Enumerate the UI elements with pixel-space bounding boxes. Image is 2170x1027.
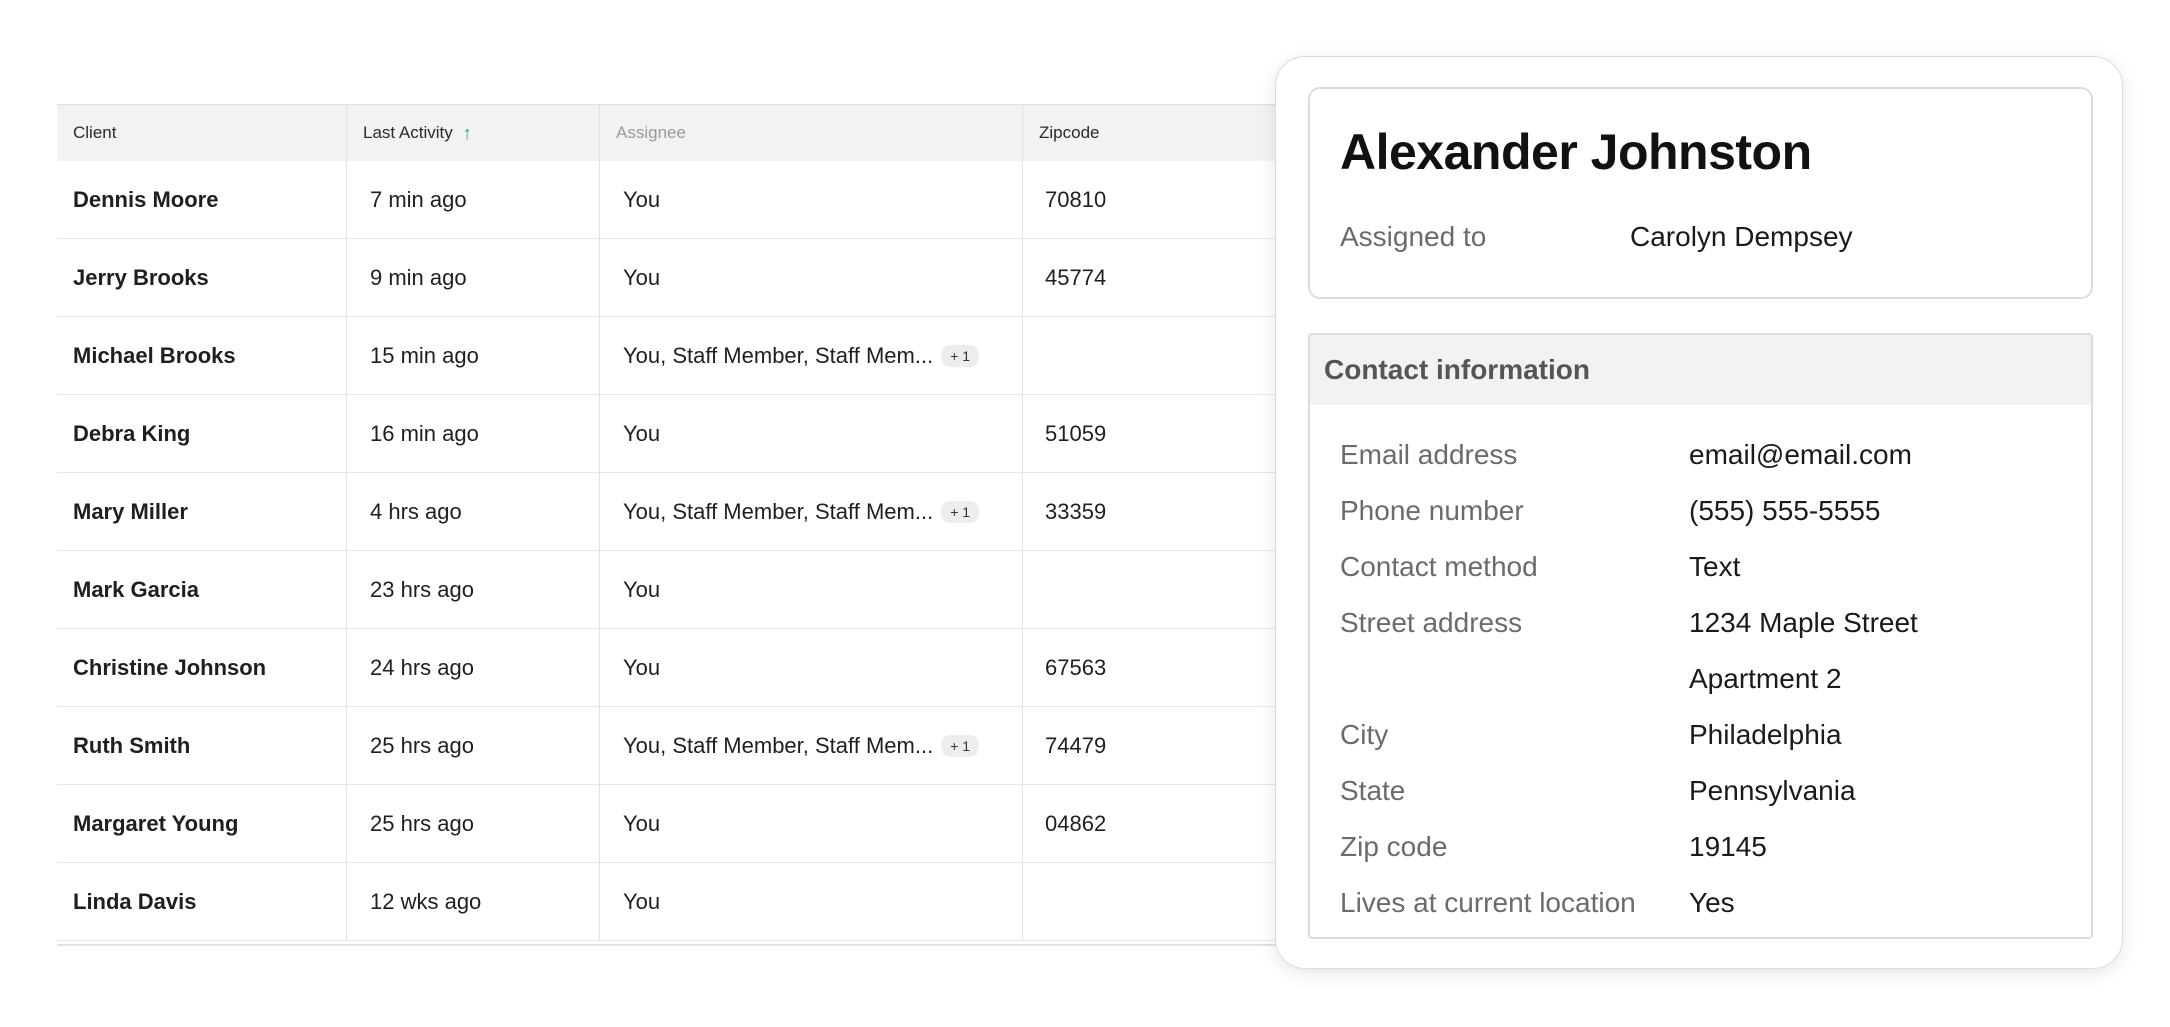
column-header-last-activity-label: Last Activity: [363, 123, 453, 142]
last-activity: 25 hrs ago: [347, 707, 600, 785]
lives-at-location-value: Yes: [1689, 887, 1735, 918]
phone-label: Phone number: [1340, 495, 1524, 526]
state-label: State: [1340, 775, 1406, 806]
assignee-text: You: [623, 810, 661, 836]
assignee: You, Staff Member, Staff Mem... + 1: [600, 473, 1023, 551]
client-name[interactable]: Michael Brooks: [57, 317, 347, 395]
email-value[interactable]: email@email.com: [1689, 427, 1912, 483]
last-activity: 7 min ago: [347, 161, 600, 239]
client-name[interactable]: Ruth Smith: [57, 707, 347, 785]
column-header-assignee[interactable]: Assignee: [600, 105, 1023, 161]
assignee-text: You: [623, 888, 661, 914]
client-name[interactable]: Mark Garcia: [57, 551, 347, 629]
assignee-text: You, Staff Member, Staff Mem...: [623, 732, 934, 758]
street-address-value: 1234 Maple Street Apartment 2: [1689, 595, 1918, 707]
assignee: You: [600, 785, 1023, 863]
zip-code-value: 19145: [1689, 831, 1767, 862]
client-name[interactable]: Mary Miller: [57, 473, 347, 551]
column-header-assignee-label: Assignee: [616, 123, 686, 142]
client-name[interactable]: Margaret Young: [57, 785, 347, 863]
more-assignees-badge[interactable]: + 1: [941, 500, 980, 523]
last-activity: 15 min ago: [347, 317, 600, 395]
assignee-text: You: [623, 420, 661, 446]
assignee: You: [600, 551, 1023, 629]
assignee: You, Staff Member, Staff Mem... + 1: [600, 317, 1023, 395]
more-assignees-badge[interactable]: + 1: [941, 734, 980, 757]
assignee: You: [600, 161, 1023, 239]
last-activity: 12 wks ago: [347, 863, 600, 941]
last-activity: 16 min ago: [347, 395, 600, 473]
contact-row-lives: Lives at current location Yes: [1340, 875, 2091, 931]
client-name[interactable]: Christine Johnson: [57, 629, 347, 707]
assigned-to-label: Assigned to: [1340, 221, 1487, 252]
assignee-text: You, Staff Member, Staff Mem...: [623, 498, 934, 524]
client-name[interactable]: Linda Davis: [57, 863, 347, 941]
table-row[interactable]: Michael Brooks 15 min ago You, Staff Mem…: [57, 317, 1357, 395]
contact-information-body: Email address email@email.com Phone numb…: [1310, 405, 2091, 931]
column-header-client-label: Client: [73, 123, 117, 142]
client-name[interactable]: Jerry Brooks: [57, 239, 347, 317]
more-assignees-badge[interactable]: + 1: [941, 344, 980, 367]
table-row[interactable]: Dennis Moore 7 min ago You 70810: [57, 161, 1357, 239]
client-summary-card: Alexander Johnston Assigned to Carolyn D…: [1308, 87, 2093, 299]
city-label: City: [1340, 719, 1389, 750]
table-row[interactable]: Christine Johnson 24 hrs ago You 67563: [57, 629, 1357, 707]
street-address-line1: 1234 Maple Street: [1689, 607, 1918, 638]
street-address-label: Street address: [1340, 607, 1523, 638]
assignee: You: [600, 629, 1023, 707]
contact-row-city: City Philadelphia: [1340, 707, 2091, 763]
contact-information-header: Contact information: [1310, 335, 2091, 405]
assignee-text: You: [623, 576, 661, 602]
contact-method-value: Text: [1689, 551, 1741, 582]
contact-row-method: Contact method Text: [1340, 539, 2091, 595]
assignee: You: [600, 863, 1023, 941]
table-header: Client Last Activity ↑ Assignee Zipcode: [57, 105, 1357, 161]
city-value: Philadelphia: [1689, 719, 1842, 750]
assigned-to-value[interactable]: Carolyn Dempsey: [1630, 221, 1853, 253]
last-activity: 24 hrs ago: [347, 629, 600, 707]
street-address-line2: Apartment 2: [1689, 663, 1842, 694]
table-row[interactable]: Mary Miller 4 hrs ago You, Staff Member,…: [57, 473, 1357, 551]
zip-code-label: Zip code: [1340, 831, 1448, 862]
table-row[interactable]: Margaret Young 25 hrs ago You 04862: [57, 785, 1357, 863]
last-activity: 9 min ago: [347, 239, 600, 317]
state-value: Pennsylvania: [1689, 775, 1856, 806]
assignee: You, Staff Member, Staff Mem... + 1: [600, 707, 1023, 785]
table-row[interactable]: Linda Davis 12 wks ago You: [57, 863, 1357, 941]
clients-table: Client Last Activity ↑ Assignee Zipcode D…: [57, 104, 1357, 946]
contact-row-state: State Pennsylvania: [1340, 763, 2091, 819]
table-row[interactable]: Jerry Brooks 9 min ago You 45774: [57, 239, 1357, 317]
client-detail-panel: Alexander Johnston Assigned to Carolyn D…: [1275, 56, 2123, 969]
assignee-text: You: [623, 186, 661, 212]
contact-row-phone: Phone number (555) 555-5555: [1340, 483, 2091, 539]
table-row[interactable]: Mark Garcia 23 hrs ago You: [57, 551, 1357, 629]
assignee: You: [600, 395, 1023, 473]
last-activity: 25 hrs ago: [347, 785, 600, 863]
contact-row-zip: Zip code 19145: [1340, 819, 2091, 875]
contact-method-label: Contact method: [1340, 551, 1538, 582]
last-activity: 4 hrs ago: [347, 473, 600, 551]
contact-row-street: Street address 1234 Maple Street Apartme…: [1340, 595, 2091, 707]
lives-at-location-label: Lives at current location: [1340, 887, 1636, 918]
table-row[interactable]: Debra King 16 min ago You 51059: [57, 395, 1357, 473]
assignee-text: You: [623, 654, 661, 680]
column-header-zipcode-label: Zipcode: [1039, 123, 1100, 142]
contact-row-email: Email address email@email.com: [1340, 427, 2091, 483]
arrow-up-icon[interactable]: ↑: [463, 123, 472, 144]
phone-value[interactable]: (555) 555-5555: [1689, 483, 1880, 539]
column-header-client[interactable]: Client: [57, 105, 347, 161]
client-name[interactable]: Debra King: [57, 395, 347, 473]
last-activity: 23 hrs ago: [347, 551, 600, 629]
table-row[interactable]: Ruth Smith 25 hrs ago You, Staff Member,…: [57, 707, 1357, 785]
contact-information-card: Contact information Email address email@…: [1308, 333, 2093, 939]
column-header-last-activity[interactable]: Last Activity ↑: [347, 105, 600, 161]
client-name-title: Alexander Johnston: [1340, 124, 1812, 180]
client-name[interactable]: Dennis Moore: [57, 161, 347, 239]
assignee-text: You: [623, 264, 661, 290]
assignee: You: [600, 239, 1023, 317]
email-label: Email address: [1340, 439, 1518, 470]
assignee-text: You, Staff Member, Staff Mem...: [623, 342, 934, 368]
